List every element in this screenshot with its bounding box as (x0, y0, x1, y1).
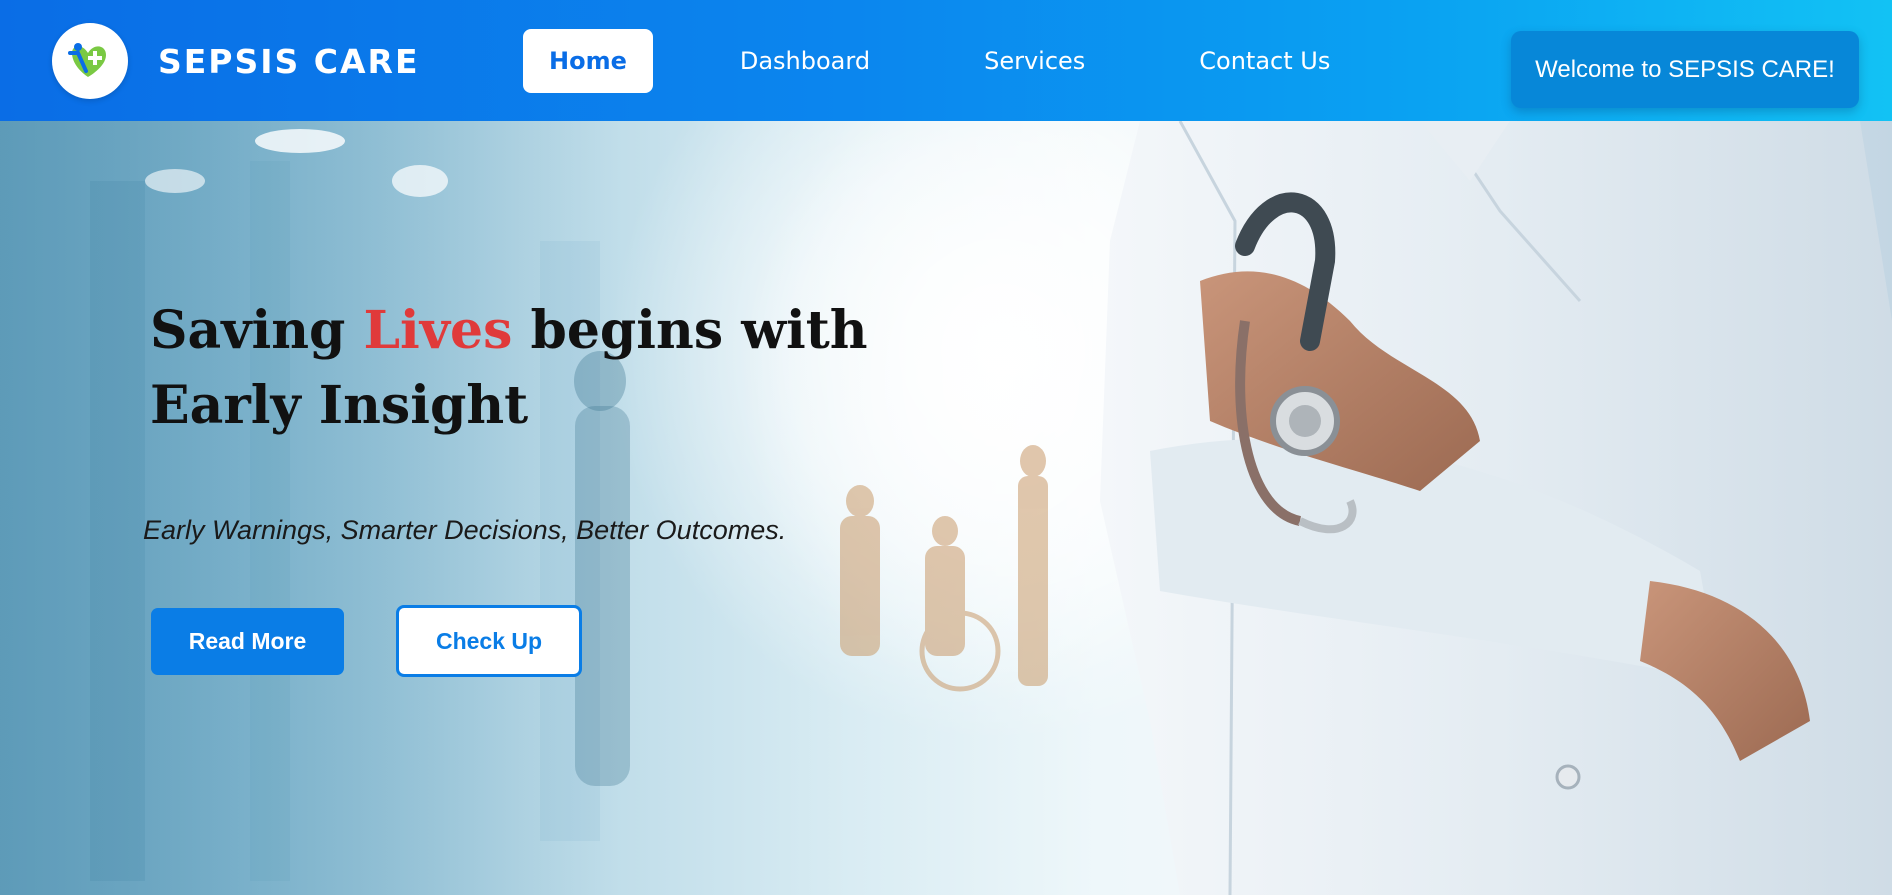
nav-dashboard-link[interactable]: Dashboard (740, 47, 870, 75)
read-more-button[interactable]: Read More (151, 608, 344, 675)
landing-page: SEPSIS CARE Home Dashboard Services Cont… (0, 0, 1892, 895)
headline-part-1: Saving (150, 300, 364, 361)
doctor-corridor-illustration (0, 121, 1892, 895)
check-up-button[interactable]: Check Up (396, 605, 582, 677)
hero-background-image (0, 121, 1892, 895)
main-nav: Home Dashboard Services Contact Us (523, 29, 1330, 93)
brand-name: SEPSIS CARE (158, 41, 420, 81)
headline-accent-word: Lives (363, 300, 513, 361)
welcome-button[interactable]: Welcome to SEPSIS CARE! (1511, 31, 1859, 108)
nav-services-link[interactable]: Services (984, 47, 1085, 75)
brand[interactable]: SEPSIS CARE (52, 23, 420, 99)
heart-cross-person-icon (68, 43, 106, 77)
hero-subline: Early Warnings, Smarter Decisions, Bette… (143, 515, 787, 545)
nav-home-link[interactable]: Home (523, 29, 653, 93)
nav-contact-link[interactable]: Contact Us (1199, 47, 1330, 75)
logo[interactable] (52, 23, 128, 99)
top-navbar: SEPSIS CARE Home Dashboard Services Cont… (0, 0, 1892, 121)
hero-headline: Saving Lives begins with Early Insight (150, 293, 870, 443)
